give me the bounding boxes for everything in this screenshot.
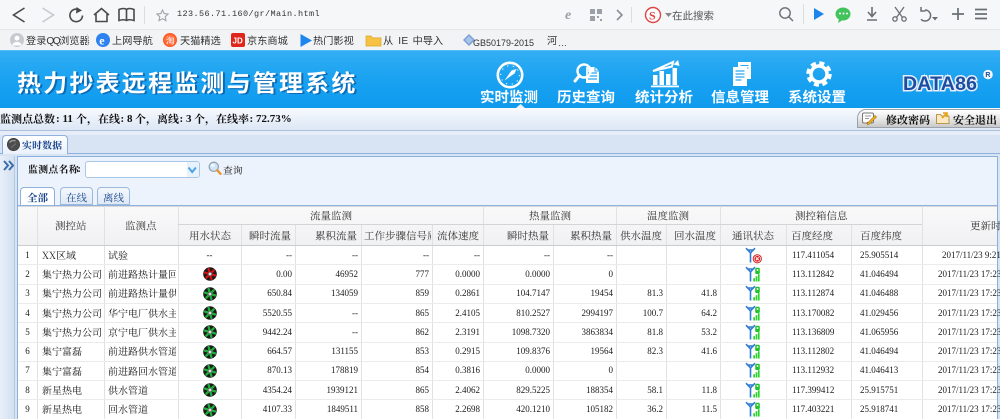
svg-text:e: e	[99, 34, 105, 48]
svg-text:Q: Q	[53, 36, 61, 47]
svg-text:DATA86: DATA86	[903, 73, 977, 95]
svg-text:R: R	[985, 72, 990, 79]
svg-text:S: S	[649, 9, 656, 23]
svg-text:e: e	[565, 8, 571, 23]
svg-text:JD: JD	[233, 37, 243, 46]
svg-text:E: E	[401, 36, 408, 47]
svg-text:I: I	[398, 36, 401, 47]
